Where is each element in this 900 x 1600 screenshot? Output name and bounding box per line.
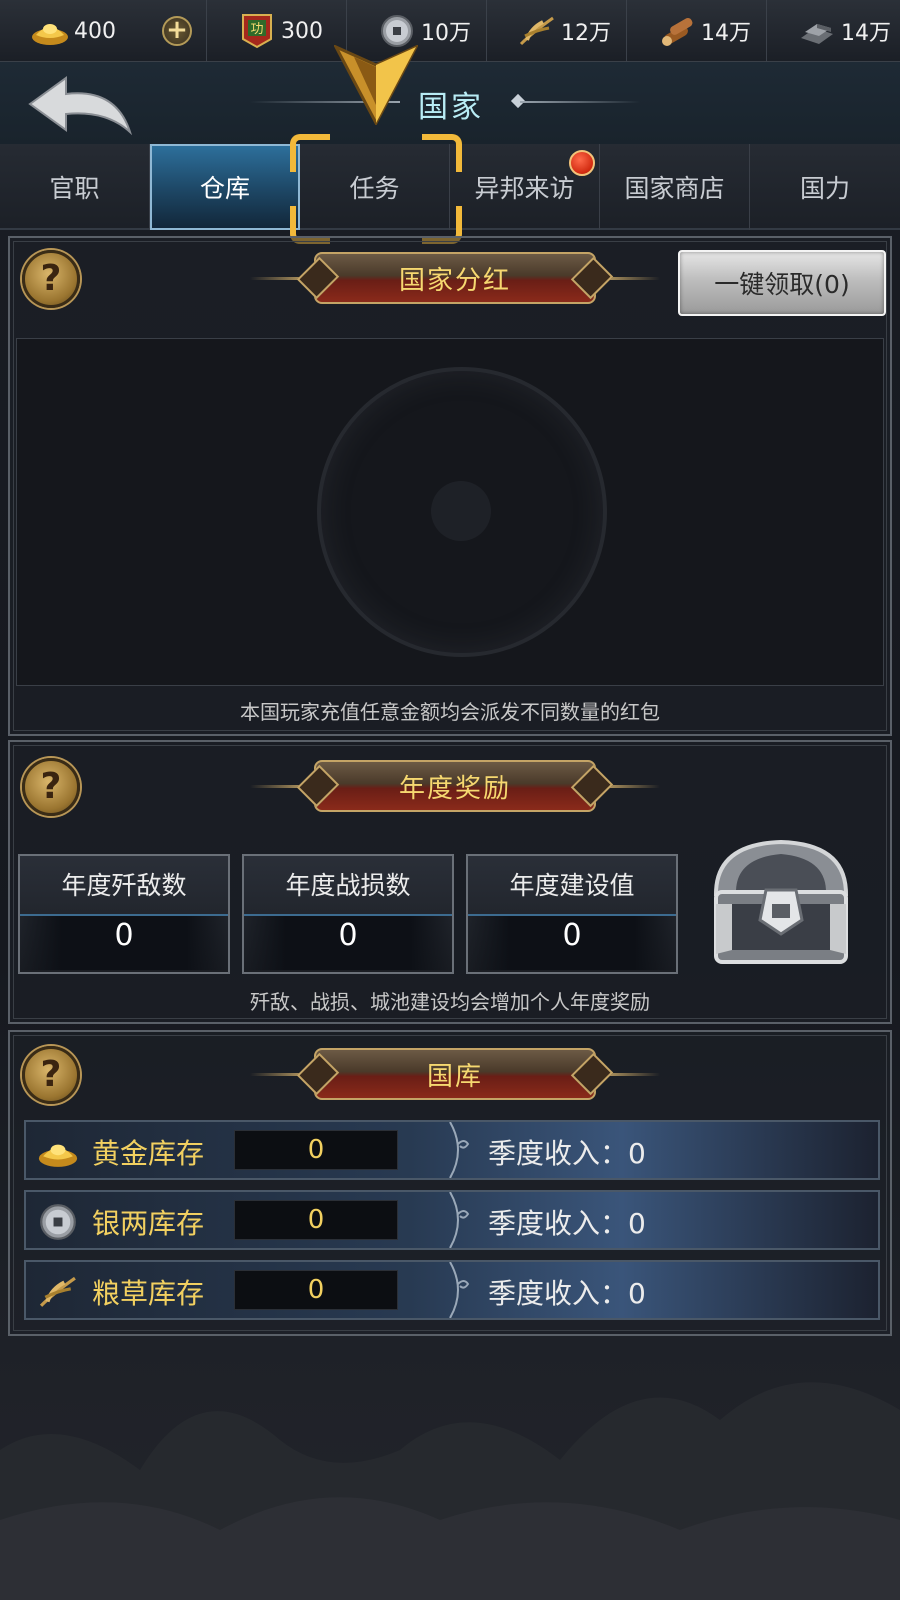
annual-title: 年度奖励 [314,760,596,812]
gold-ingot-icon [30,11,70,51]
stat-value: 0 [562,918,582,953]
treasury-help-button[interactable]: ? [22,1046,80,1104]
resource-merit[interactable]: 功 300 [207,0,347,62]
annual-help-button[interactable]: ? [22,758,80,816]
notification-dot [569,150,595,176]
dividend-note: 本国玩家充值任意金额均会派发不同数量的红包 [240,700,660,724]
add-gold-button[interactable]: + [162,16,192,46]
dividend-help-button[interactable]: ? [22,250,80,308]
wood-icon [657,11,697,51]
back-arrow-icon [28,76,133,136]
dragon-emblem-icon [317,367,607,657]
dividend-panel: ? 国家分红 一键领取(0) 本国玩家充值任意金额均会派发不同数量的红包 [8,236,892,736]
mountain-background [0,1382,900,1600]
guide-arrow-icon [334,45,418,125]
wood-value: 14万 [701,21,751,46]
treasury-value: 0 [234,1200,398,1240]
stat-value: 0 [114,918,134,953]
header-bar: 国家 [0,62,900,144]
resource-bar: 400 + 功 300 10万 12万 14万 14万 [0,0,900,62]
merit-value: 300 [281,18,323,44]
red-packet-area [16,338,884,686]
grain-icon [517,11,557,51]
stat-label: 年度歼敌数 [61,871,187,900]
resource-wood[interactable]: 14万 [627,0,767,62]
silver-value: 10万 [421,21,471,46]
tab-official-posts[interactable]: 官职 [0,144,150,230]
grain-icon [36,1270,80,1314]
gold-value: 400 [74,18,116,44]
treasury-title: 国库 [314,1048,596,1100]
resource-grain[interactable]: 12万 [487,0,627,62]
tab-national-power[interactable]: 国力 [750,144,900,230]
treasury-row-silver: 银两库存 0 季度收入：0 [24,1190,880,1250]
tab-warehouse[interactable]: 仓库 [150,144,300,230]
treasury-panel: ? 国库 黄金库存 0 季度收入：0 银两库存 0 季度收入：0 粮草库存 0 … [8,1030,892,1336]
treasury-value: 0 [234,1270,398,1310]
treasury-income: 季度收入：0 [488,1137,646,1170]
iron-icon [797,11,837,51]
tab-foreign-visits[interactable]: 异邦来访 [450,144,600,230]
stat-war-losses: 年度战损数 0 [242,854,454,974]
tab-missions[interactable]: 任务 [300,144,450,230]
annual-banner: 年度奖励 [250,760,660,812]
tab-bar: 官职 仓库 任务 异邦来访 国家商店 国力 [0,144,900,230]
claim-all-button[interactable]: 一键领取(0) [678,250,886,316]
dividend-banner: 国家分红 [250,252,660,304]
page-title: 国家 [418,90,484,125]
treasury-value: 0 [234,1130,398,1170]
annual-reward-panel: ? 年度奖励 年度歼敌数 0 年度战损数 0 年度建设值 0 歼敌、战损、城池建… [8,740,892,1024]
gold-ingot-icon [36,1130,80,1174]
stat-value: 0 [338,918,358,953]
iron-value: 14万 [841,21,891,46]
stat-label: 年度建设值 [509,871,635,900]
title-decoration-right [520,101,640,103]
resource-gold[interactable]: 400 + [0,0,207,62]
cloud-divider-icon [449,1122,470,1178]
silver-coin-icon [36,1200,80,1244]
treasury-row-gold: 黄金库存 0 季度收入：0 [24,1120,880,1180]
back-button[interactable] [26,74,136,140]
merit-badge-char: 功 [250,22,263,37]
resource-iron[interactable]: 14万 [767,0,900,62]
dividend-title: 国家分红 [314,252,596,304]
tab-foreign-visits-label: 异邦来访 [474,174,575,203]
grain-value: 12万 [561,21,611,46]
stat-enemies-killed: 年度歼敌数 0 [18,854,230,974]
cloud-divider-icon [449,1192,470,1248]
treasure-chest-icon[interactable] [706,834,856,974]
treasury-banner: 国库 [250,1048,660,1100]
cloud-divider-icon [449,1262,470,1318]
treasury-income: 季度收入：0 [488,1207,646,1240]
treasury-income: 季度收入：0 [488,1277,646,1310]
treasury-row-grain: 粮草库存 0 季度收入：0 [24,1260,880,1320]
tab-national-shop[interactable]: 国家商店 [600,144,750,230]
merit-badge-icon: 功 [237,11,277,51]
annual-note: 歼敌、战损、城池建设均会增加个人年度奖励 [250,990,650,1014]
treasury-label: 黄金库存 [92,1137,205,1170]
stat-label: 年度战损数 [285,871,411,900]
stat-construction: 年度建设值 0 [466,854,678,974]
treasury-label: 粮草库存 [92,1277,205,1310]
treasury-label: 银两库存 [92,1207,205,1240]
